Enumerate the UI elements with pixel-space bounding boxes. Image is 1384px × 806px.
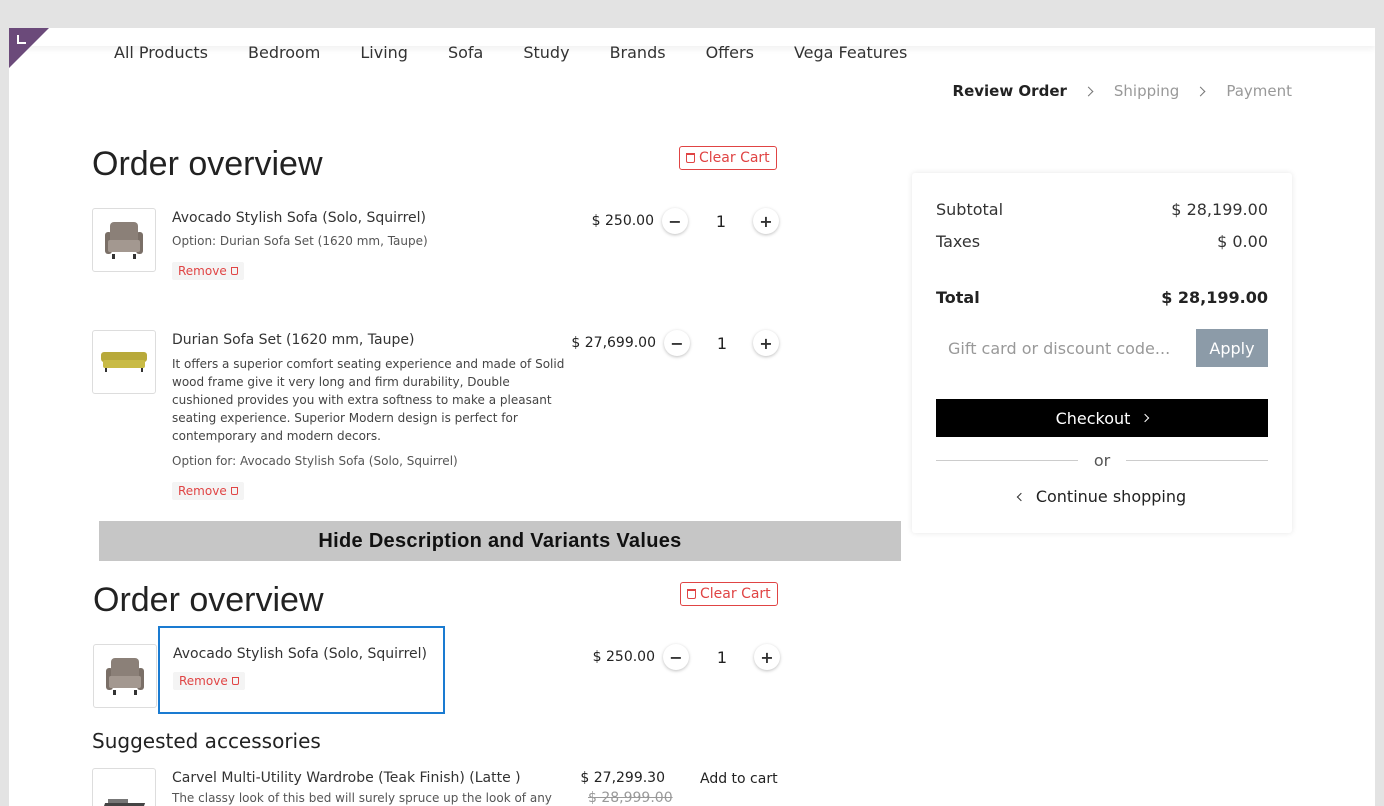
step-payment: Payment [1226, 82, 1292, 100]
checkout-button[interactable]: Checkout [936, 399, 1268, 437]
chevron-right-icon [1195, 86, 1206, 96]
product-thumbnail[interactable] [92, 330, 156, 394]
product-option: Option: Durian Sofa Set (1620 mm, Taupe) [172, 234, 428, 248]
decrease-quantity-button[interactable]: − [664, 330, 690, 356]
product-price: $ 250.00 [592, 649, 655, 665]
increase-quantity-button[interactable]: + [754, 644, 780, 670]
nav-vega-features[interactable]: Vega Features [794, 42, 907, 64]
page-title: Order overview [92, 145, 323, 183]
remove-label: Remove [178, 264, 227, 278]
product-thumbnail[interactable] [92, 768, 156, 806]
step-review-order: Review Order [952, 82, 1067, 100]
chevron-right-icon [1083, 86, 1094, 96]
or-label: or [1093, 451, 1111, 470]
remove-button[interactable]: Remove [172, 482, 244, 500]
armchair-image [102, 218, 146, 262]
add-to-cart-button[interactable]: Add to cart [700, 771, 778, 787]
step-shipping: Shipping [1113, 82, 1180, 100]
suggested-accessories-title: Suggested accessories [92, 729, 321, 753]
or-divider: or [936, 451, 1268, 470]
decrease-quantity-button[interactable]: − [662, 208, 688, 234]
product-name[interactable]: Durian Sofa Set (1620 mm, Taupe) [172, 332, 414, 348]
nav-brands[interactable]: Brands [610, 42, 666, 64]
quantity-input[interactable]: 1 [707, 334, 737, 353]
increase-quantity-button[interactable]: + [753, 208, 779, 234]
nav-all-products[interactable]: All Products [114, 42, 208, 64]
product-name[interactable]: Carvel Multi-Utility Wardrobe (Teak Fini… [172, 770, 521, 786]
subtotal-value: $ 28,199.00 [1171, 200, 1268, 219]
chevron-right-icon [1141, 413, 1150, 423]
total-row: Total $ 28,199.00 [936, 288, 1268, 307]
wardrobe-image [102, 797, 146, 806]
increase-quantity-button[interactable]: + [753, 330, 779, 356]
clear-cart-label: Clear Cart [699, 150, 770, 166]
collapse-icon[interactable] [17, 35, 26, 44]
continue-shopping-label: Continue shopping [1035, 487, 1187, 506]
quantity-input[interactable]: 1 [706, 212, 736, 231]
remove-button[interactable]: Remove [172, 262, 244, 280]
checkout-label: Checkout [1055, 408, 1131, 428]
taxes-row: Taxes $ 0.00 [936, 232, 1268, 251]
total-value: $ 28,199.00 [1161, 288, 1268, 307]
product-name[interactable]: Avocado Stylish Sofa (Solo, Squirrel) [172, 210, 426, 226]
taxes-value: $ 0.00 [1217, 232, 1268, 251]
product-description: The classy look of this bed will surely … [172, 791, 552, 805]
clear-cart-button[interactable]: Clear Cart [680, 582, 778, 606]
subtotal-label: Subtotal [936, 200, 1004, 219]
main-nav: All Products Bedroom Living Sofa Study B… [114, 42, 947, 64]
product-thumbnail[interactable] [92, 208, 156, 272]
decrease-quantity-button[interactable]: − [663, 644, 689, 670]
trash-icon [686, 153, 695, 163]
checkout-steps: Review Order Shipping Payment [953, 82, 1292, 100]
subtotal-row: Subtotal $ 28,199.00 [936, 200, 1268, 219]
chevron-left-icon [1016, 492, 1026, 501]
product-price: $ 250.00 [591, 213, 654, 229]
product-description: It offers a superior comfort seating exp… [172, 357, 565, 443]
armchair-image [103, 654, 147, 698]
section-banner: Hide Description and Variants Values [99, 521, 901, 561]
trash-icon [230, 487, 238, 495]
promo-code-form: Gift card or discount code... Apply [936, 329, 1268, 367]
corner-ribbon[interactable] [9, 28, 49, 68]
page: All Products Bedroom Living Sofa Study B… [9, 0, 1375, 806]
clear-cart-label: Clear Cart [700, 586, 771, 602]
clear-cart-button[interactable]: Clear Cart [679, 146, 777, 170]
order-summary: Subtotal $ 28,199.00 Taxes $ 0.00 Total … [912, 173, 1292, 533]
nav-study[interactable]: Study [523, 42, 569, 64]
nav-bedroom[interactable]: Bedroom [248, 42, 320, 64]
nav-sofa[interactable]: Sofa [448, 42, 483, 64]
product-price: $ 27,299.30 [580, 770, 665, 786]
taxes-label: Taxes [936, 232, 981, 251]
product-thumbnail[interactable] [93, 644, 157, 708]
continue-shopping-link[interactable]: Continue shopping [936, 487, 1268, 506]
trash-icon [230, 267, 238, 275]
product-option: Option for: Avocado Stylish Sofa (Solo, … [172, 454, 458, 468]
sofa-image [101, 350, 147, 374]
remove-label: Remove [178, 484, 227, 498]
product-price: $ 27,699.00 [571, 335, 656, 351]
highlight-box [158, 626, 445, 714]
top-navigation-bar: All Products Bedroom Living Sofa Study B… [9, 0, 1375, 62]
trash-icon [687, 589, 696, 599]
apply-button[interactable]: Apply [1196, 329, 1268, 367]
section-title: Order overview [93, 581, 324, 619]
quantity-input[interactable]: 1 [707, 648, 737, 667]
promo-code-input[interactable]: Gift card or discount code... [936, 329, 1196, 367]
nav-offers[interactable]: Offers [706, 42, 754, 64]
nav-living[interactable]: Living [360, 42, 408, 64]
total-label: Total [936, 288, 980, 307]
original-price: $ 28,999.00 [588, 790, 673, 806]
